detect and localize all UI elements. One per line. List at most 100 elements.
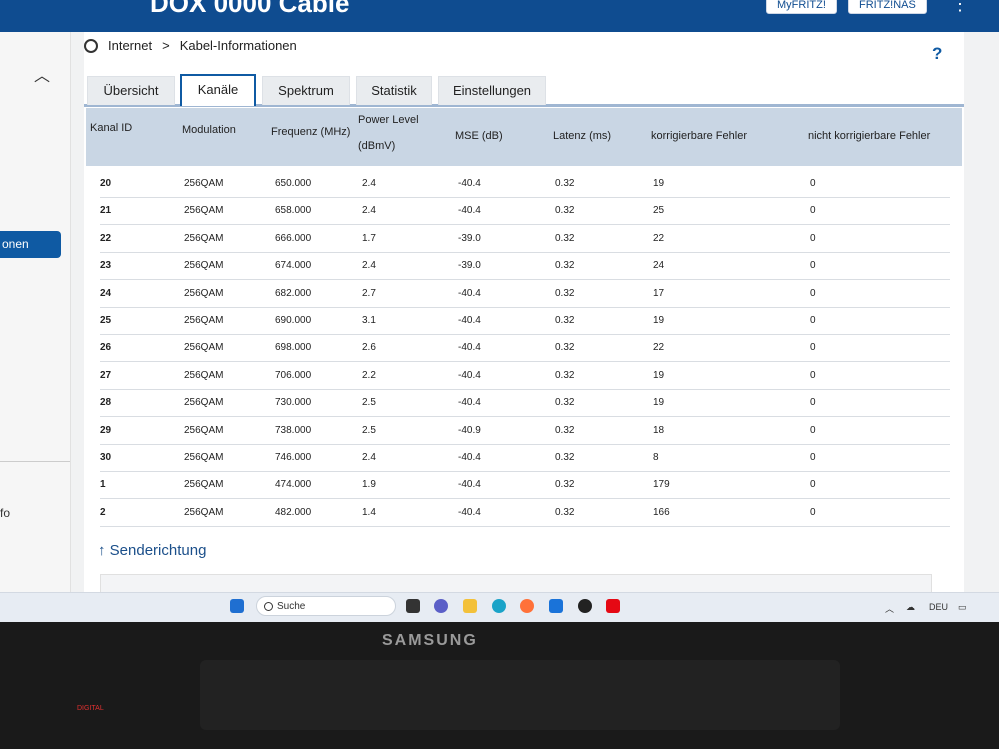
edge-icon[interactable] (492, 599, 506, 613)
cell-korrigierbar: 22 (653, 232, 665, 244)
cell-latenz: 0.32 (555, 369, 575, 381)
taskbar-search[interactable]: Suche (256, 596, 396, 616)
table-row: 24 256QAM 682.000 2.7 -40.4 0.32 17 0 (100, 280, 950, 308)
cloud-icon[interactable]: ☁ (906, 602, 915, 613)
cell-korrigierbar: 22 (653, 342, 665, 354)
monitor-label: DIGITAL (77, 705, 104, 712)
cell-latenz: 0.32 (555, 424, 575, 436)
table-row: 23 256QAM 674.000 2.4 -39.0 0.32 24 0 (100, 252, 950, 281)
file-explorer-icon[interactable] (463, 599, 477, 613)
chat-icon[interactable] (434, 599, 448, 613)
cell-mse: -40.4 (458, 506, 481, 518)
section-senderichtung[interactable]: ↑ Senderichtung (98, 542, 206, 559)
cell-modulation: 256QAM (184, 506, 224, 518)
cell-mse: -40.4 (458, 369, 481, 381)
tab-einstellungen[interactable]: Einstellungen (438, 76, 546, 105)
speedtest-icon[interactable] (578, 599, 592, 613)
cell-frequenz: 730.000 (275, 397, 312, 409)
cell-power: 2.4 (362, 260, 376, 272)
cell-mse: -39.0 (458, 260, 481, 272)
arrow-up-icon: ↑ (98, 542, 106, 559)
cell-mse: -40.4 (458, 397, 481, 409)
cell-frequenz: 674.000 (275, 260, 312, 272)
header-korrigierbar: korrigierbare Fehler (651, 130, 747, 142)
windows-start-icon[interactable] (230, 599, 244, 613)
cell-kanal: 26 (100, 342, 112, 354)
cell-modulation: 256QAM (184, 397, 224, 409)
cell-korrigierbar: 19 (653, 369, 665, 381)
header-power: Power Level (358, 114, 419, 126)
taskbar: Suche ︿ ☁ DEU ▭ (0, 592, 999, 622)
top-header: DOX 0000 Cable MyFRITZ! FRITZ!NAS ⋮ (0, 0, 999, 32)
firefox-icon[interactable] (520, 599, 534, 613)
section-title: Senderichtung (109, 542, 207, 559)
cell-power: 2.4 (362, 178, 376, 189)
cell-kanal: 25 (100, 315, 112, 326)
cell-mse: -40.4 (458, 315, 481, 326)
dots-icon[interactable]: ⋮ (951, 0, 969, 15)
help-icon[interactable]: ? (932, 44, 954, 66)
myfritz-button[interactable]: MyFRITZ! (766, 0, 837, 14)
cell-korrigierbar: 17 (653, 287, 665, 299)
tab-spektrum[interactable]: Spektrum (262, 76, 350, 105)
tab-kanaele[interactable]: Kanäle (180, 74, 256, 106)
chevron-up-icon[interactable]: ︿ (34, 62, 50, 86)
cell-korrigierbar: 19 (653, 315, 665, 326)
cell-modulation: 256QAM (184, 260, 224, 272)
cell-kanal: 2 (100, 506, 106, 518)
tab-statistik[interactable]: Statistik (356, 76, 432, 105)
header-kanal: Kanal ID (90, 122, 133, 134)
cell-latenz: 0.32 (555, 506, 575, 518)
chevron-up-tray-icon[interactable]: ︿ (885, 602, 894, 615)
channel-table: Kanal ID Modulation Frequenz (MHz) Power… (86, 108, 962, 530)
cell-power: 1.9 (362, 479, 376, 491)
cell-modulation: 256QAM (184, 178, 224, 189)
table-row: 28 256QAM 730.000 2.5 -40.4 0.32 19 0 (100, 389, 950, 418)
table-row: 30 256QAM 746.000 2.4 -40.4 0.32 8 0 (100, 444, 950, 472)
netflix-icon[interactable] (606, 599, 620, 613)
cell-kanal: 24 (100, 287, 112, 299)
cell-power: 2.5 (362, 424, 376, 436)
cell-nicht-korrigierbar: 0 (810, 287, 816, 299)
cell-frequenz: 746.000 (275, 452, 312, 463)
cell-nicht-korrigierbar: 0 (810, 315, 816, 326)
fritznas-button[interactable]: FRITZ!NAS (848, 0, 927, 14)
header-nicht-korrigierbar: nicht korrigierbare Fehler (808, 130, 931, 142)
cell-nicht-korrigierbar: 0 (810, 178, 816, 189)
cell-nicht-korrigierbar: 0 (810, 424, 816, 436)
cell-mse: -40.4 (458, 205, 481, 217)
monitor-brand: SAMSUNG (382, 632, 478, 649)
cell-frequenz: 682.000 (275, 287, 312, 299)
breadcrumb-internet[interactable]: Internet (108, 38, 152, 53)
tab-uebersicht[interactable]: Übersicht (87, 76, 175, 105)
cell-korrigierbar: 166 (653, 506, 670, 518)
sidebar: ︿ onen fo (0, 32, 71, 592)
brand-title: DOX 0000 Cable (150, 0, 350, 18)
sidebar-item-fragment[interactable]: fo (0, 506, 10, 520)
cell-korrigierbar: 8 (653, 452, 659, 463)
breadcrumb-separator: > (162, 38, 170, 53)
header-mse: MSE (dB) (455, 130, 503, 142)
cell-korrigierbar: 179 (653, 479, 670, 491)
cell-mse: -40.4 (458, 479, 481, 491)
cell-mse: -40.4 (458, 287, 481, 299)
cell-frequenz: 650.000 (275, 178, 312, 189)
task-view-icon[interactable] (406, 599, 420, 613)
cell-mse: -40.4 (458, 452, 481, 463)
cell-nicht-korrigierbar: 0 (810, 506, 816, 518)
breadcrumb: Internet > Kabel-Informationen (84, 38, 297, 53)
cell-mse: -40.4 (458, 342, 481, 354)
cell-power: 1.4 (362, 506, 376, 518)
cell-nicht-korrigierbar: 0 (810, 369, 816, 381)
language-indicator[interactable]: DEU (929, 602, 948, 612)
cell-frequenz: 698.000 (275, 342, 312, 354)
cell-power: 2.4 (362, 452, 376, 463)
cell-modulation: 256QAM (184, 369, 224, 381)
cell-kanal: 29 (100, 424, 112, 436)
cell-nicht-korrigierbar: 0 (810, 232, 816, 244)
cell-korrigierbar: 19 (653, 397, 665, 409)
mail-icon[interactable] (549, 599, 563, 613)
network-icon[interactable]: ▭ (958, 602, 967, 613)
sidebar-item-active[interactable]: onen (0, 231, 61, 258)
table-row: 20 256QAM 650.000 2.4 -40.4 0.32 19 0 (100, 170, 950, 198)
